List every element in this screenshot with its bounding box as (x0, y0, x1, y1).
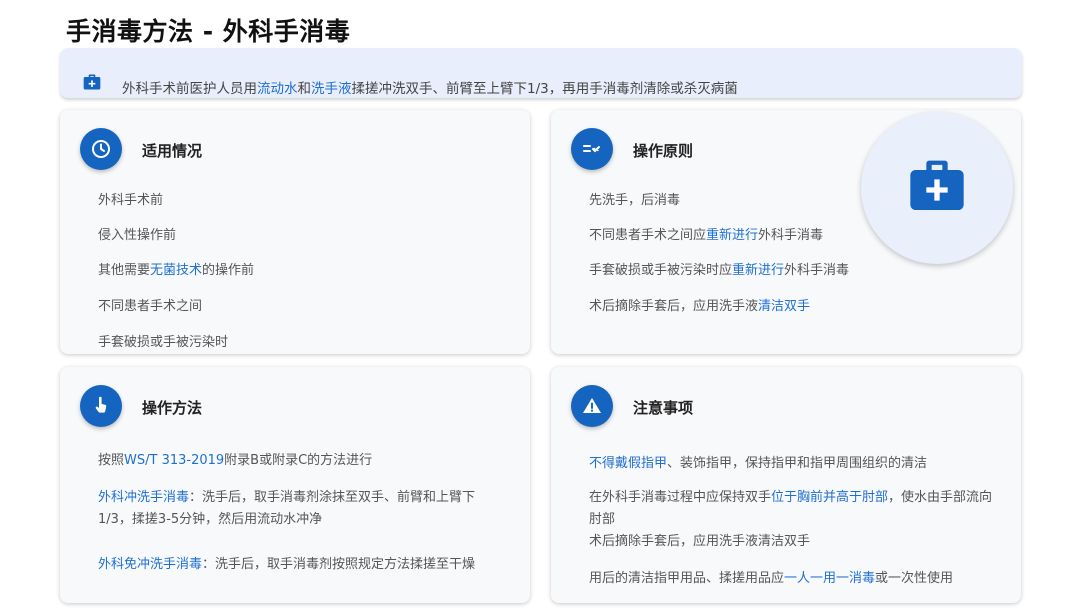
first-aid-kit-icon (82, 72, 102, 92)
intro-text: 外科手术前医护人员用流动水和洗手液揉搓冲洗双手、前臂至上臂下1/3，再用手消毒剂… (122, 81, 738, 97)
method-card: 操作方法 按照WS/T 313-2019附录B或附录C的方法进行 外科冲洗手消毒… (60, 367, 530, 603)
intro-banner: 外科手术前医护人员用流动水和洗手液揉搓冲洗双手、前臂至上臂下1/3，再用手消毒剂… (60, 48, 1022, 98)
list-item: 不得戴假指甲、装饰指甲，保持指甲和指甲周围组织的清洁 (589, 456, 928, 471)
list-item: 按照WS/T 313-2019附录B或附录C的方法进行 (98, 453, 373, 468)
list-item: 先洗手，后消毒 (589, 193, 681, 208)
list-item: 手套破损或手被污染时 (98, 335, 229, 350)
card-title: 注意事项 (633, 399, 694, 417)
warning-icon (571, 385, 613, 427)
medical-kit-icon (910, 160, 964, 210)
list-item: 其他需要无菌技术的操作前 (98, 263, 255, 278)
list-item: 侵入性操作前 (98, 228, 177, 243)
list-item: 不同患者手术之间应重新进行外科手消毒 (589, 228, 824, 243)
list-item: 外科手术前 (98, 193, 164, 208)
notes-card: 注意事项 不得戴假指甲、装饰指甲，保持指甲和指甲周围组织的清洁 在外科手消毒过程… (551, 367, 1021, 603)
card-title: 操作原则 (633, 142, 694, 160)
list-item: 外科冲洗手消毒：洗手后，取手消毒剂涂抹至双手、前臂和上臂下1/3，揉搓3-5分钟… (98, 490, 476, 527)
hand-pointer-icon (80, 385, 122, 427)
applicable-card: 适用情况 外科手术前 侵入性操作前 其他需要无菌技术的操作前 不同患者手术之间 … (60, 110, 530, 354)
list-item: 术后摘除手套后，应用洗手液清洁双手 (589, 534, 811, 549)
list-item: 在外科手消毒过程中应保持双手位于胸前并高于肘部，使水由手部流向肘部 (589, 490, 993, 527)
list-item: 用后的清洁指甲用品、揉搓用品应一人一用一消毒或一次性使用 (589, 571, 954, 586)
list-item: 手套破损或手被污染时应重新进行外科手消毒 (589, 263, 850, 278)
principles-icon (571, 128, 613, 170)
medical-kit-badge (861, 112, 1013, 264)
page-title: 手消毒方法 - 外科手消毒 (66, 17, 351, 46)
list-item: 不同患者手术之间 (98, 299, 203, 314)
card-title: 适用情况 (142, 142, 203, 160)
list-item: 外科免冲洗手消毒：洗手后，取手消毒剂按照规定方法揉搓至干燥 (98, 557, 476, 572)
clock-icon (80, 128, 122, 170)
list-item: 术后摘除手套后，应用洗手液清洁双手 (589, 299, 811, 314)
card-title: 操作方法 (142, 399, 203, 417)
